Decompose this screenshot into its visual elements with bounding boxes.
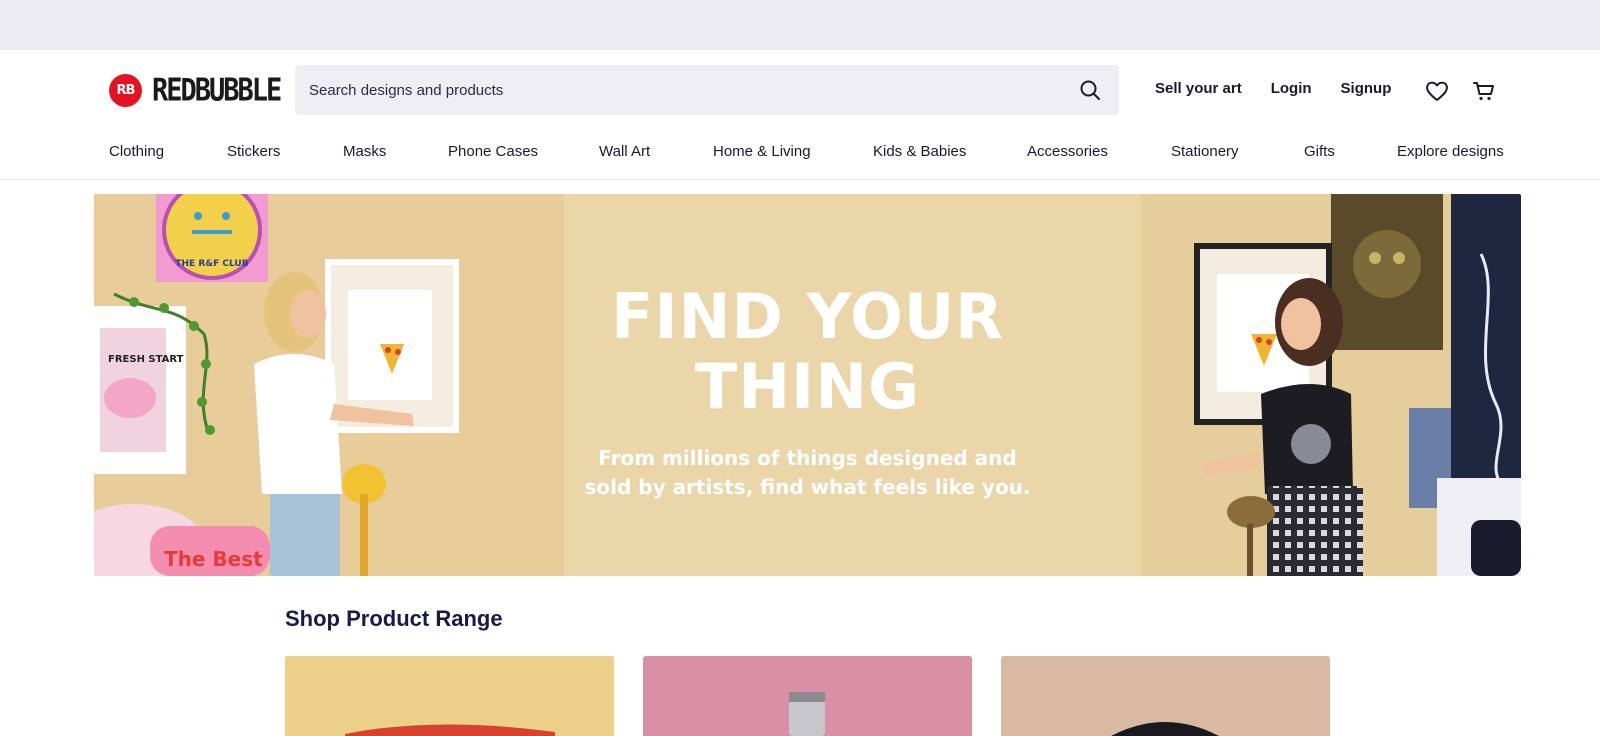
header-links: Sell your art Login Signup (1155, 80, 1391, 100)
nav-item-phone-cases[interactable]: Phone Cases (448, 143, 538, 160)
search-button[interactable] (1075, 75, 1105, 105)
nav-item-wall-art[interactable]: Wall Art (599, 143, 650, 160)
product-range-card-3[interactable] (1001, 656, 1330, 736)
hero-subtitle: From millions of things designed and sol… (94, 444, 1521, 502)
hero-banner[interactable]: THE R&F CLUB FRESH START The Best FIND Y… (94, 194, 1521, 576)
product-image (285, 656, 614, 736)
product-image (643, 656, 972, 736)
logo-wordmark: REDBUBBLE (152, 72, 282, 108)
hero-title-line-1: FIND YOUR (611, 280, 1004, 353)
sell-your-art-link[interactable]: Sell your art (1155, 80, 1242, 100)
poster-rf-club-text: THE R&F CLUB (175, 259, 248, 269)
svg-text:The Best: The Best (164, 547, 263, 571)
wishlist-button[interactable] (1424, 78, 1450, 104)
hero-subtitle-line-1: From millions of things designed and (598, 446, 1017, 470)
nav-item-masks[interactable]: Masks (343, 143, 386, 160)
nav-item-clothing[interactable]: Clothing (109, 143, 164, 160)
cart-icon (1473, 82, 1494, 101)
nav-item-stickers[interactable]: Stickers (227, 143, 280, 160)
hero-title: FIND YOUR THING (94, 282, 1521, 422)
nav-item-gifts[interactable]: Gifts (1304, 143, 1335, 160)
product-range-card-1[interactable] (285, 656, 614, 736)
hero-subtitle-line-2: sold by artists, find what feels like yo… (584, 475, 1031, 499)
top-banner-strip (0, 0, 1600, 50)
product-range-card-2[interactable] (643, 656, 972, 736)
shop-product-range-title: Shop Product Range (285, 606, 503, 631)
redbubble-logo[interactable]: RB REDBUBBLE (109, 72, 282, 108)
search-bar (295, 65, 1119, 115)
nav-item-stationery[interactable]: Stationery (1171, 143, 1239, 160)
signup-link[interactable]: Signup (1341, 80, 1392, 100)
cart-button[interactable] (1471, 78, 1497, 104)
search-icon (1080, 80, 1100, 100)
hero-title-line-2: THING (694, 350, 921, 423)
search-input[interactable] (309, 81, 1075, 99)
category-nav: Clothing Stickers Masks Phone Cases Wall… (109, 143, 1509, 165)
product-image (1001, 656, 1330, 736)
nav-item-home-living[interactable]: Home & Living (713, 143, 811, 160)
nav-item-kids-babies[interactable]: Kids & Babies (873, 143, 966, 160)
login-link[interactable]: Login (1271, 80, 1312, 100)
heart-icon (1426, 81, 1448, 101)
nav-item-explore-designs[interactable]: Explore designs (1397, 143, 1504, 160)
logo-mark-icon: RB (109, 73, 142, 107)
nav-item-accessories[interactable]: Accessories (1027, 143, 1108, 160)
